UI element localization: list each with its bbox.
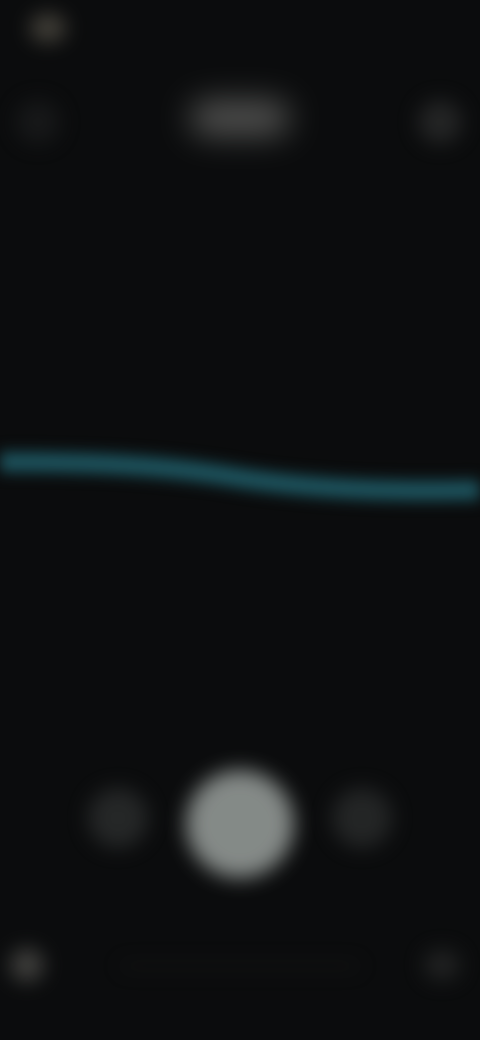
recorder-screen [0, 0, 480, 1040]
waveform-view [0, 400, 480, 560]
status-time-blob [30, 14, 66, 42]
record-button[interactable] [186, 770, 294, 878]
waveform-line [0, 451, 480, 502]
control-left-button[interactable] [88, 788, 148, 848]
recorder-controls [0, 740, 480, 910]
control-right-button[interactable] [332, 788, 392, 848]
back-button[interactable] [16, 100, 60, 144]
more-options-button[interactable] [418, 100, 462, 144]
bottom-bar [0, 930, 480, 1000]
bottom-left-icon[interactable] [10, 948, 44, 982]
home-indicator[interactable] [120, 964, 360, 968]
bottom-right-icon[interactable] [424, 950, 460, 980]
screen-title-pill [190, 100, 290, 136]
status-bar [0, 0, 480, 60]
